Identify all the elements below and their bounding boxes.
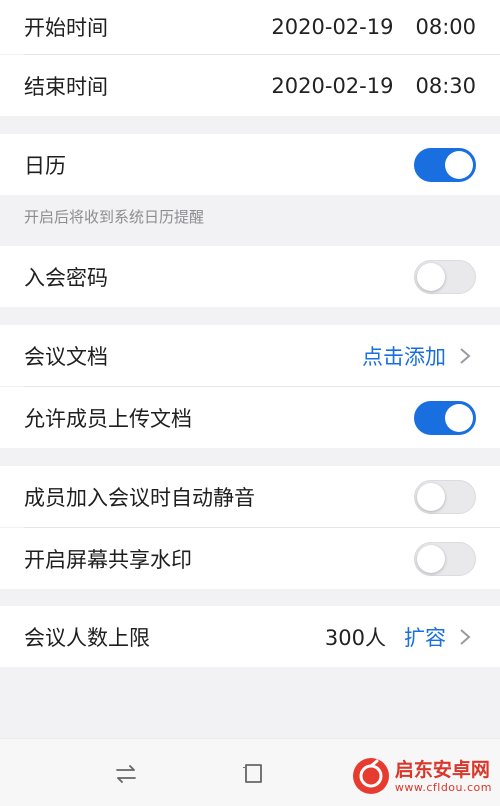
toggle-knob (417, 544, 445, 573)
start-time-row[interactable]: 开始时间 2020-02-19 08:00 (0, 0, 500, 54)
end-date-value: 2020-02-19 (271, 73, 394, 98)
add-document-link[interactable]: 点击添加 (362, 341, 446, 371)
end-time-row[interactable]: 结束时间 2020-02-19 08:30 (0, 55, 500, 116)
switch-apps-icon[interactable] (113, 761, 139, 787)
start-time-label: 开始时间 (24, 16, 108, 40)
documents-row[interactable]: 会议文档 点击添加 (0, 325, 500, 386)
end-time-label: 结束时间 (24, 74, 108, 99)
start-time-value: 08:00 (415, 15, 476, 39)
calendar-toggle[interactable] (414, 147, 476, 182)
toggle-knob (417, 262, 445, 291)
calendar-hint: 开启后将收到系统日历提醒 (24, 208, 205, 226)
toggle-knob (445, 150, 473, 179)
capacity-row[interactable]: 会议人数上限 300人 扩容 (0, 606, 500, 667)
password-toggle[interactable] (414, 259, 476, 294)
password-label: 入会密码 (24, 265, 108, 290)
share-watermark-row: 开启屏幕共享水印 (0, 528, 500, 589)
expand-capacity-link[interactable]: 扩容 (404, 622, 446, 652)
allow-upload-row: 允许成员上传文档 (0, 387, 500, 448)
chevron-right-icon (460, 628, 471, 645)
capacity-label: 会议人数上限 (24, 625, 150, 650)
mute-on-join-toggle[interactable] (414, 479, 476, 514)
end-time-value: 08:30 (415, 73, 476, 98)
chevron-right-icon (460, 347, 471, 364)
mute-on-join-label: 成员加入会议时自动静音 (24, 485, 255, 510)
home-square-icon[interactable] (240, 761, 266, 787)
site-watermark-title: 启东安卓网 (394, 758, 490, 781)
allow-upload-toggle[interactable] (414, 400, 476, 435)
allow-upload-label: 允许成员上传文档 (24, 406, 192, 431)
site-logo-icon (352, 758, 389, 794)
site-watermark-url: www.cfldou.com (394, 780, 492, 794)
mute-on-join-row: 成员加入会议时自动静音 (0, 466, 500, 527)
documents-label: 会议文档 (24, 344, 108, 369)
start-date-value: 2020-02-19 (271, 15, 394, 39)
calendar-row: 日历 (0, 134, 500, 195)
toggle-knob (417, 482, 445, 511)
calendar-label: 日历 (24, 153, 66, 178)
password-row: 入会密码 (0, 246, 500, 307)
share-watermark-toggle[interactable] (414, 541, 476, 576)
toggle-knob (445, 403, 473, 432)
share-watermark-label: 开启屏幕共享水印 (24, 547, 192, 572)
site-watermark: 启东安卓网 www.cfldou.com (352, 758, 492, 794)
capacity-value: 300人 (324, 625, 386, 650)
meeting-settings-screen: 开始时间 2020-02-19 08:00 结束时间 2020-02-19 08… (0, 0, 500, 806)
